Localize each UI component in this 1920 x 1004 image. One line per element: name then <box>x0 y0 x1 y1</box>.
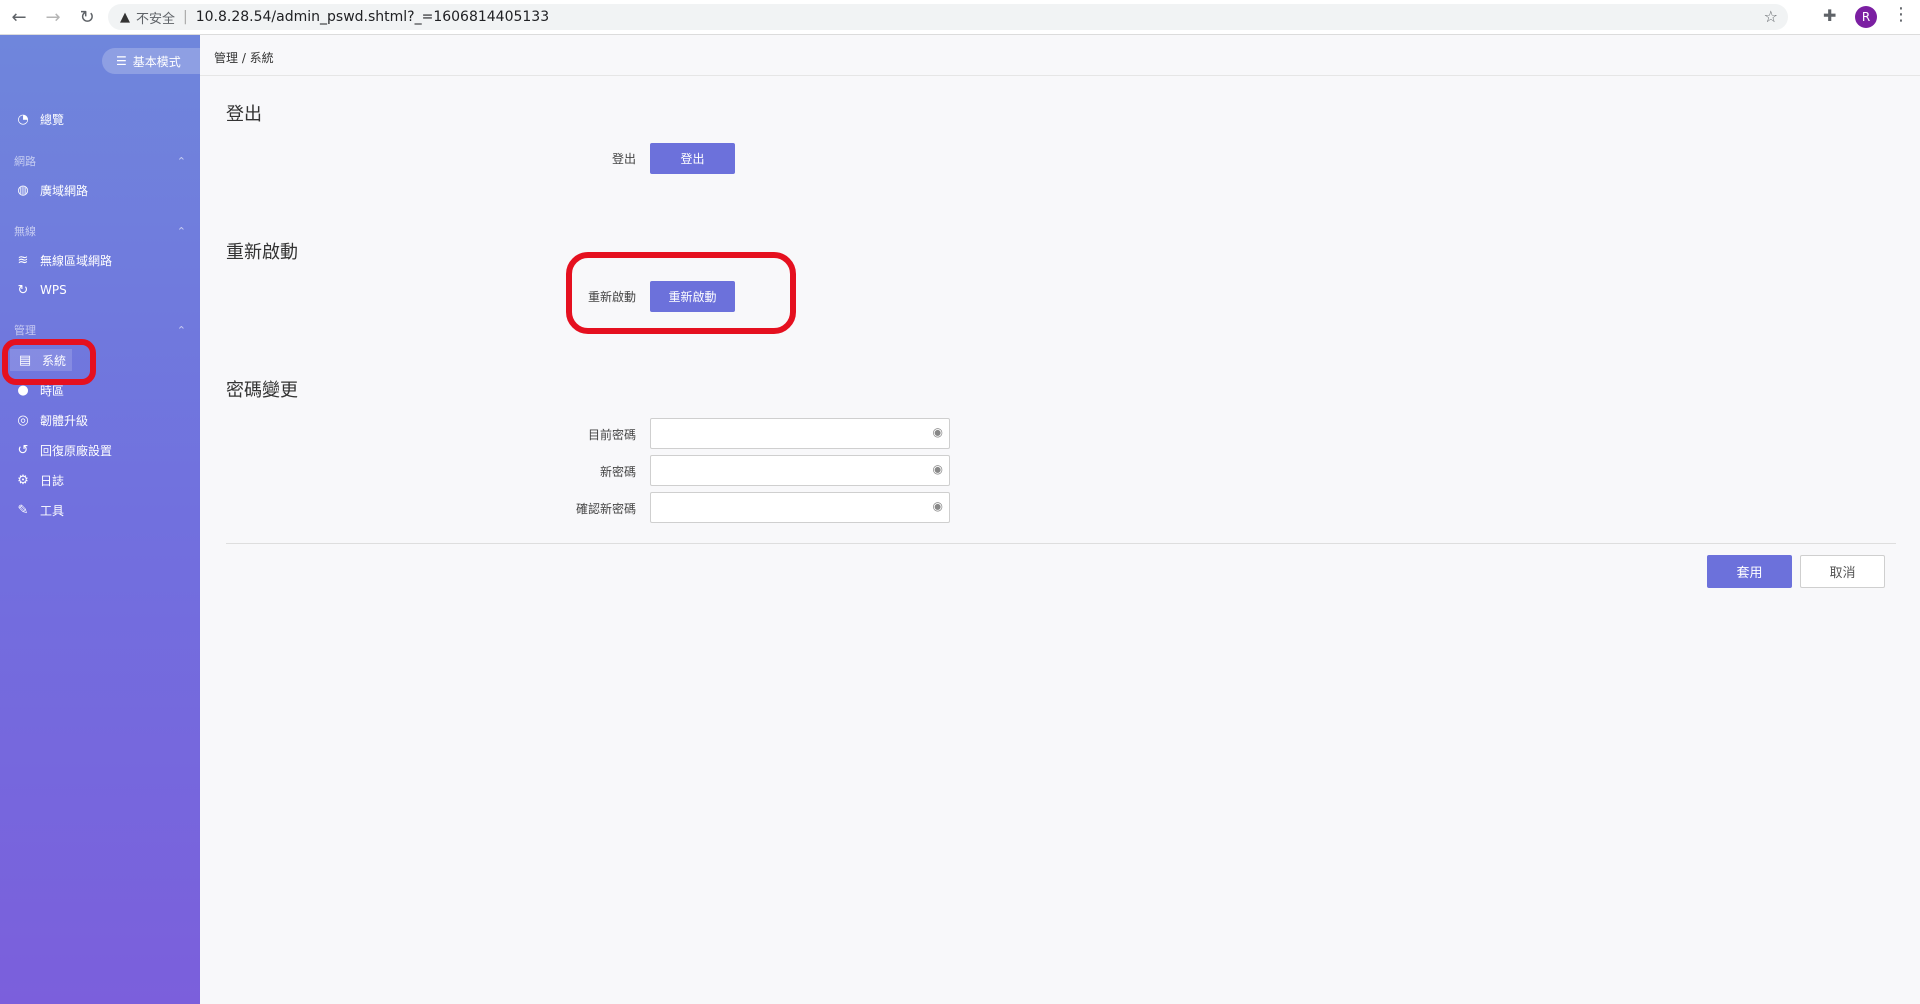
sidebar-item-wps[interactable]: ↻ WPS <box>14 279 67 301</box>
section-label: 無線 <box>14 225 36 238</box>
wps-icon: ↻ <box>17 282 29 298</box>
wifi-icon: ≋ <box>17 252 29 268</box>
cancel-button[interactable]: 取消 <box>1800 555 1885 588</box>
divider <box>200 75 1920 76</box>
eye-icon[interactable]: ◉ <box>933 499 943 513</box>
back-button[interactable]: ← <box>4 2 34 32</box>
address-bar[interactable]: ▲ 不安全 | 10.8.28.54/admin_pswd.shtml?_=16… <box>108 4 1788 30</box>
sidebar-item-label: 無線區域網路 <box>40 253 113 268</box>
insecure-label[interactable]: 不安全 <box>136 8 175 27</box>
breadcrumb: 管理 / 系統 <box>214 51 274 65</box>
sidebar-section-network[interactable]: 網路 ⌃ <box>14 152 194 170</box>
password-section-title: 密碼變更 <box>226 380 298 401</box>
sidebar-item-wlan[interactable]: ≋ 無線區域網路 <box>14 249 112 271</box>
section-label: 管理 <box>14 324 36 337</box>
sidebar-item-reset[interactable]: ↺ 回復原廠設置 <box>14 439 112 461</box>
sidebar-item-wan[interactable]: ◍ 廣域網路 <box>14 179 88 201</box>
gear-icon: ⚙ <box>17 472 29 488</box>
sidebar-item-log[interactable]: ⚙ 日誌 <box>14 469 64 491</box>
confirm-password-field[interactable]: ◉ <box>650 492 950 523</box>
sidebar-section-wireless[interactable]: 無線 ⌃ <box>14 222 194 240</box>
sidebar: ☰ 基本模式 ◔ 總覽 網路 ⌃ ◍ 廣域網路 無線 ⌃ ≋ 無線區域網路 ↻ … <box>0 35 200 1004</box>
star-icon[interactable]: ☆ <box>1764 7 1778 26</box>
forward-button[interactable]: → <box>38 2 68 32</box>
basic-mode-button[interactable]: ☰ 基本模式 <box>102 48 200 74</box>
sidebar-item-label: 日誌 <box>40 473 65 488</box>
url-text[interactable]: 10.8.28.54/admin_pswd.shtml?_=1606814405… <box>196 9 549 25</box>
separator: | <box>183 9 188 25</box>
globe-icon: ◍ <box>17 182 29 198</box>
new-password-field[interactable]: ◉ <box>650 455 950 486</box>
warning-icon: ▲ <box>120 9 130 25</box>
puzzle-icon[interactable]: ✚ <box>1823 6 1836 25</box>
chevron-up-icon: ⌃ <box>176 224 186 238</box>
browser-toolbar: ← → ↻ ▲ 不安全 | 10.8.28.54/admin_pswd.shtm… <box>0 0 1920 35</box>
form-divider <box>226 543 1896 544</box>
restart-section-title: 重新啟動 <box>226 242 298 263</box>
eye-icon[interactable]: ◉ <box>933 462 943 476</box>
menu-icon[interactable]: ⋮ <box>1892 4 1910 25</box>
new-password-label: 新密碼 <box>599 465 636 479</box>
profile-avatar[interactable]: R <box>1855 6 1877 28</box>
sidebar-item-label: 韌體升級 <box>40 413 89 428</box>
chevron-up-icon: ⌃ <box>176 154 186 168</box>
annotation-highlight-restart <box>566 252 796 334</box>
firmware-icon: ◎ <box>17 412 29 428</box>
eye-icon[interactable]: ◉ <box>933 425 943 439</box>
gauge-icon: ◔ <box>17 111 29 127</box>
section-label: 網路 <box>14 155 36 168</box>
sidebar-item-label: 總覽 <box>40 112 65 127</box>
basic-mode-label: 基本模式 <box>132 54 181 69</box>
logout-button[interactable]: 登出 <box>650 143 735 174</box>
current-password-field[interactable]: ◉ <box>650 418 950 449</box>
annotation-highlight-system <box>2 339 96 385</box>
reload-button[interactable]: ↻ <box>72 2 102 32</box>
chevron-up-icon: ⌃ <box>176 323 186 337</box>
sidebar-item-label: 廣域網路 <box>40 183 89 198</box>
confirm-password-label: 確認新密碼 <box>575 502 636 516</box>
list-icon: ☰ <box>116 54 127 68</box>
apply-button[interactable]: 套用 <box>1707 555 1792 588</box>
sidebar-item-firmware[interactable]: ◎ 韌體升級 <box>14 409 88 431</box>
sidebar-item-label: WPS <box>40 283 67 297</box>
logout-label: 登出 <box>611 152 636 166</box>
logout-section-title: 登出 <box>226 104 262 125</box>
sidebar-item-overview[interactable]: ◔ 總覽 <box>14 108 64 130</box>
undo-icon: ↺ <box>17 442 29 458</box>
wrench-icon: ✎ <box>17 502 29 518</box>
sidebar-item-label: 回復原廠設置 <box>40 443 113 458</box>
current-password-label: 目前密碼 <box>587 428 636 442</box>
sidebar-item-label: 工具 <box>40 503 65 518</box>
sidebar-section-management[interactable]: 管理 ⌃ <box>14 321 194 339</box>
sidebar-item-tools[interactable]: ✎ 工具 <box>14 499 64 521</box>
